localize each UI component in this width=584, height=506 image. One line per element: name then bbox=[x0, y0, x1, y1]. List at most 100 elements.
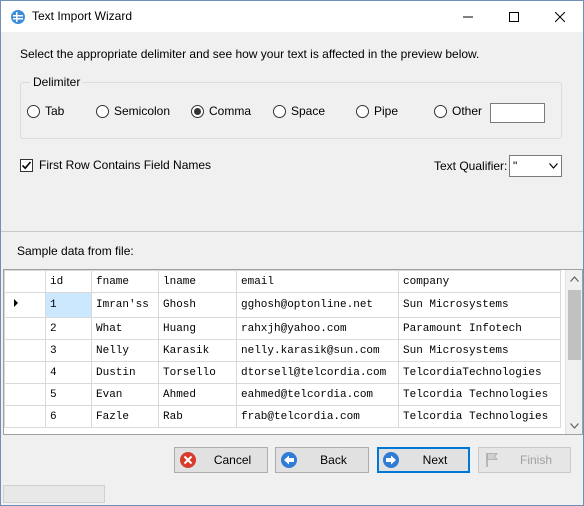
other-delimiter-input[interactable] bbox=[490, 103, 545, 123]
table-cell[interactable]: 6 bbox=[45, 405, 92, 428]
radio-comma-label: Comma bbox=[209, 104, 252, 118]
table-cell[interactable]: Huang bbox=[158, 317, 237, 340]
radio-other[interactable]: Other bbox=[434, 104, 482, 118]
radio-semicolon-indicator bbox=[96, 104, 109, 118]
chevron-down-icon bbox=[545, 163, 561, 169]
radio-semicolon[interactable]: Semicolon bbox=[96, 104, 170, 118]
table-row[interactable]: 4 Dustin Torsello dtorsell@telcordia.com… bbox=[4, 361, 561, 384]
row-header[interactable] bbox=[4, 361, 46, 384]
table-cell[interactable]: Nelly bbox=[91, 339, 159, 362]
title-bar: Text Import Wizard bbox=[1, 1, 583, 32]
column-header-company[interactable]: company bbox=[398, 270, 561, 293]
vertical-scrollbar[interactable] bbox=[565, 270, 582, 434]
arrow-left-icon bbox=[281, 452, 297, 468]
table-cell[interactable]: Sun Microsystems bbox=[398, 292, 561, 318]
close-icon bbox=[555, 11, 565, 22]
table-cell[interactable]: 1 bbox=[45, 292, 92, 318]
row-pointer-icon bbox=[14, 299, 18, 307]
radio-pipe-indicator bbox=[356, 104, 369, 118]
sample-data-table: id fname lname email company 1 Imran'ss … bbox=[4, 270, 561, 428]
close-button[interactable] bbox=[537, 1, 583, 32]
first-row-label: First Row Contains Field Names bbox=[39, 158, 212, 172]
table-header-row: id fname lname email company bbox=[4, 270, 561, 293]
delimiter-group-label: Delimiter bbox=[30, 75, 84, 89]
finish-button[interactable]: Finish bbox=[478, 447, 571, 473]
row-header[interactable] bbox=[4, 405, 46, 428]
table-cell[interactable]: frab@telcordia.com bbox=[236, 405, 399, 428]
back-button-label: Back bbox=[320, 453, 347, 467]
radio-pipe[interactable]: Pipe bbox=[356, 104, 398, 118]
table-cell[interactable]: Paramount Infotech bbox=[398, 317, 561, 340]
scroll-up-icon[interactable] bbox=[566, 270, 582, 287]
section-divider bbox=[1, 231, 583, 232]
table-cell[interactable]: 5 bbox=[45, 383, 92, 406]
column-header-email[interactable]: email bbox=[236, 270, 399, 293]
radio-pipe-label: Pipe bbox=[374, 104, 399, 118]
first-row-field-names-checkbox[interactable]: First Row Contains Field Names bbox=[20, 158, 211, 172]
text-qualifier-select[interactable]: " bbox=[509, 155, 562, 177]
sample-data-label: Sample data from file: bbox=[17, 244, 134, 258]
scrollbar-thumb[interactable] bbox=[568, 290, 581, 360]
column-header-lname[interactable]: lname bbox=[158, 270, 237, 293]
cancel-button[interactable]: Cancel bbox=[174, 447, 268, 473]
radio-comma-indicator bbox=[191, 104, 204, 118]
table-cell[interactable]: Sun Microsystems bbox=[398, 339, 561, 362]
table-cell[interactable]: 4 bbox=[45, 361, 92, 384]
row-header-corner bbox=[4, 270, 46, 293]
cancel-button-label: Cancel bbox=[213, 453, 252, 467]
table-cell[interactable]: Ahmed bbox=[158, 383, 237, 406]
table-row[interactable]: 2 What Huang rahxjh@yahoo.com Paramount … bbox=[4, 317, 561, 340]
radio-comma[interactable]: Comma bbox=[191, 104, 251, 118]
maximize-icon bbox=[509, 11, 519, 22]
cancel-icon bbox=[180, 452, 196, 468]
next-button[interactable]: Next bbox=[377, 447, 470, 473]
table-cell[interactable]: Imran'ss bbox=[91, 292, 159, 318]
status-bar bbox=[3, 485, 105, 503]
table-cell[interactable]: What bbox=[91, 317, 159, 340]
table-cell[interactable]: rahxjh@yahoo.com bbox=[236, 317, 399, 340]
table-cell[interactable]: Ghosh bbox=[158, 292, 237, 318]
minimize-icon bbox=[463, 16, 473, 17]
arrow-right-icon bbox=[383, 452, 399, 468]
radio-tab-label: Tab bbox=[45, 104, 65, 118]
text-qualifier-label: Text Qualifier: bbox=[434, 159, 508, 173]
table-cell[interactable]: Evan bbox=[91, 383, 159, 406]
maximize-button[interactable] bbox=[491, 1, 537, 32]
table-cell[interactable]: eahmed@telcordia.com bbox=[236, 383, 399, 406]
minimize-button[interactable] bbox=[445, 1, 491, 32]
row-header[interactable] bbox=[4, 339, 46, 362]
table-cell[interactable]: Torsello bbox=[158, 361, 237, 384]
text-qualifier-value: " bbox=[513, 159, 518, 173]
radio-tab-indicator bbox=[27, 104, 40, 118]
sample-data-grid[interactable]: id fname lname email company 1 Imran'ss … bbox=[3, 269, 583, 435]
table-row[interactable]: 6 Fazle Rab frab@telcordia.com Telcordia… bbox=[4, 405, 561, 428]
radio-space[interactable]: Space bbox=[273, 104, 325, 118]
finish-button-label: Finish bbox=[519, 453, 552, 467]
table-cell[interactable]: 3 bbox=[45, 339, 92, 362]
radio-other-indicator bbox=[434, 104, 447, 118]
table-cell[interactable]: Telcordia Technologies bbox=[398, 405, 561, 428]
table-row[interactable]: 1 Imran'ss Ghosh gghosh@optonline.net Su… bbox=[4, 292, 561, 318]
row-header[interactable] bbox=[4, 383, 46, 406]
table-row[interactable]: 3 Nelly Karasik nelly.karasik@sun.com Su… bbox=[4, 339, 561, 362]
back-button[interactable]: Back bbox=[275, 447, 369, 473]
checkmark-icon bbox=[21, 160, 32, 169]
scroll-down-icon[interactable] bbox=[566, 417, 582, 434]
radio-tab[interactable]: Tab bbox=[27, 104, 64, 118]
column-header-fname[interactable]: fname bbox=[91, 270, 159, 293]
table-cell[interactable]: 2 bbox=[45, 317, 92, 340]
table-cell[interactable]: nelly.karasik@sun.com bbox=[236, 339, 399, 362]
table-cell[interactable]: Rab bbox=[158, 405, 237, 428]
table-cell[interactable]: Fazle bbox=[91, 405, 159, 428]
app-icon bbox=[11, 10, 25, 24]
radio-space-label: Space bbox=[291, 104, 326, 118]
table-cell[interactable]: dtorsell@telcordia.com bbox=[236, 361, 399, 384]
table-cell[interactable]: Dustin bbox=[91, 361, 159, 384]
table-cell[interactable]: Telcordia Technologies bbox=[398, 383, 561, 406]
table-cell[interactable]: gghosh@optonline.net bbox=[236, 292, 399, 318]
table-cell[interactable]: TelcordiaTechnologies bbox=[398, 361, 561, 384]
column-header-id[interactable]: id bbox=[45, 270, 92, 293]
row-header[interactable] bbox=[4, 317, 46, 340]
table-cell[interactable]: Karasik bbox=[158, 339, 237, 362]
table-row[interactable]: 5 Evan Ahmed eahmed@telcordia.com Telcor… bbox=[4, 383, 561, 406]
